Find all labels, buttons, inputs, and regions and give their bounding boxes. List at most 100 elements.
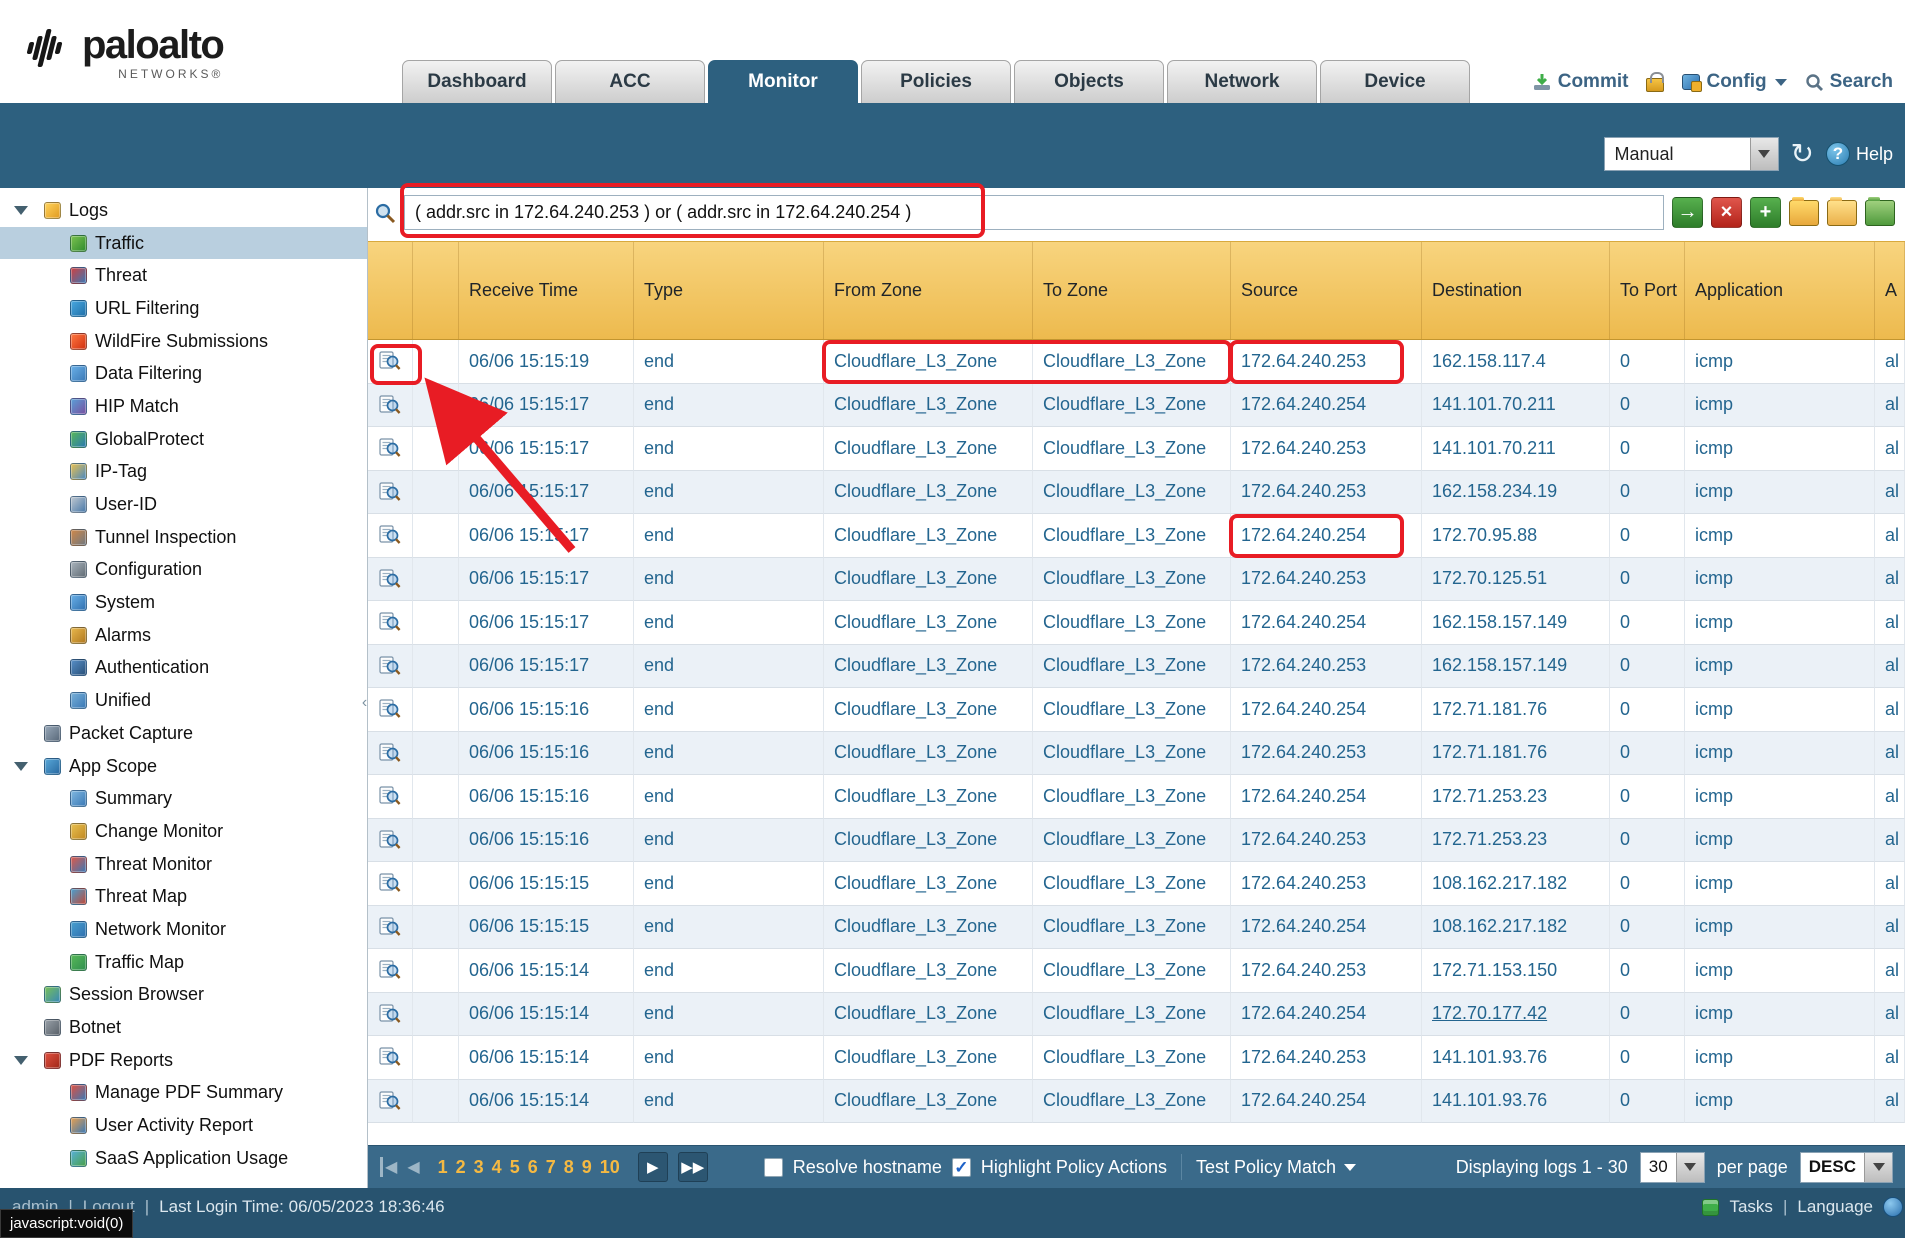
table-row[interactable]: 06/06 15:15:16endCloudflare_L3_ZoneCloud… [368, 732, 1905, 776]
column-header-to-zone[interactable]: To Zone [1033, 242, 1231, 339]
table-row[interactable]: 06/06 15:15:17endCloudflare_L3_ZoneCloud… [368, 601, 1905, 645]
table-row[interactable]: 06/06 15:15:19endCloudflare_L3_ZoneCloud… [368, 340, 1905, 384]
sidebar-item-data-filtering[interactable]: Data Filtering [0, 357, 367, 390]
lock-icon[interactable] [1646, 78, 1664, 92]
log-detail-cell[interactable] [368, 949, 413, 993]
log-detail-icon[interactable] [379, 656, 401, 676]
first-page-icon[interactable]: ◀ [380, 1157, 397, 1177]
last-page-icon[interactable]: ▶▶ [678, 1152, 708, 1182]
table-row[interactable]: 06/06 15:15:16endCloudflare_L3_ZoneCloud… [368, 688, 1905, 732]
log-detail-cell[interactable] [368, 688, 413, 732]
sidebar-item-session-browser[interactable]: Session Browser [0, 979, 367, 1012]
sidebar-item-unified[interactable]: Unified [0, 684, 367, 717]
page-number-10[interactable]: 10 [600, 1157, 620, 1178]
page-number-7[interactable]: 7 [546, 1157, 556, 1178]
add-filter-button[interactable]: + [1750, 197, 1781, 228]
log-detail-icon[interactable] [379, 1004, 401, 1024]
log-detail-icon[interactable] [379, 612, 401, 632]
table-row[interactable]: 06/06 15:15:15endCloudflare_L3_ZoneCloud… [368, 862, 1905, 906]
config-menu-button[interactable]: Config [1682, 71, 1786, 93]
sidebar-item-globalprotect[interactable]: GlobalProtect [0, 423, 367, 456]
refresh-icon[interactable]: ↻ [1791, 140, 1814, 168]
language-button[interactable]: Language [1797, 1197, 1873, 1217]
log-detail-cell[interactable] [368, 775, 413, 819]
search-button[interactable]: Search [1805, 71, 1893, 93]
refresh-mode-select[interactable]: Manual [1604, 137, 1779, 171]
log-detail-icon[interactable] [379, 873, 401, 893]
log-detail-icon[interactable] [379, 1091, 401, 1111]
sidebar-collapse-handle[interactable]: ‹ [360, 680, 369, 726]
load-filter-icon[interactable] [1827, 200, 1857, 226]
log-detail-cell[interactable] [368, 558, 413, 602]
log-detail-icon[interactable] [379, 917, 401, 937]
table-row[interactable]: 06/06 15:15:17endCloudflare_L3_ZoneCloud… [368, 558, 1905, 602]
table-row[interactable]: 06/06 15:15:16endCloudflare_L3_ZoneCloud… [368, 819, 1905, 863]
tasks-button[interactable]: Tasks [1729, 1197, 1772, 1217]
log-detail-cell[interactable] [368, 1036, 413, 1080]
sidebar-item-hip-match[interactable]: HIP Match [0, 390, 367, 423]
table-row[interactable]: 06/06 15:15:16endCloudflare_L3_ZoneCloud… [368, 775, 1905, 819]
column-header-receive-time[interactable]: Receive Time [459, 242, 634, 339]
log-detail-cell[interactable] [368, 1080, 413, 1124]
per-page-select[interactable]: 30 [1640, 1152, 1705, 1183]
sidebar-item-logs[interactable]: Logs [0, 194, 367, 227]
log-detail-icon[interactable] [379, 960, 401, 980]
apply-filter-button[interactable]: → [1672, 197, 1703, 228]
sidebar-item-traffic-map[interactable]: Traffic Map [0, 946, 367, 979]
refresh-mode-dropdown-button[interactable] [1750, 138, 1778, 170]
log-detail-cell[interactable] [368, 732, 413, 776]
sidebar-item-packet-capture[interactable]: Packet Capture [0, 717, 367, 750]
log-detail-cell[interactable] [368, 514, 413, 558]
sidebar-item-wildfire-submissions[interactable]: WildFire Submissions [0, 325, 367, 358]
resolve-hostname-checkbox[interactable] [764, 1158, 783, 1177]
page-number-8[interactable]: 8 [564, 1157, 574, 1178]
save-filter-icon[interactable] [1789, 200, 1819, 226]
log-detail-cell[interactable] [368, 340, 413, 384]
log-detail-icon[interactable] [379, 438, 401, 458]
tab-acc[interactable]: ACC [555, 60, 705, 103]
column-header-type[interactable]: Type [634, 242, 824, 339]
sidebar-item-change-monitor[interactable]: Change Monitor [0, 815, 367, 848]
clear-filter-button[interactable]: × [1711, 197, 1742, 228]
sidebar-item-traffic[interactable]: Traffic [0, 227, 367, 260]
tab-monitor[interactable]: Monitor [708, 60, 858, 103]
sidebar-item-threat[interactable]: Threat [0, 259, 367, 292]
sidebar-item-threat-map[interactable]: Threat Map [0, 880, 367, 913]
log-detail-icon[interactable] [379, 1047, 401, 1067]
export-logs-icon[interactable] [1865, 200, 1895, 226]
tree-expand-icon[interactable] [14, 1056, 28, 1065]
help-button[interactable]: ? Help [1826, 142, 1893, 166]
log-detail-cell[interactable] [368, 645, 413, 689]
log-detail-icon[interactable] [379, 395, 401, 415]
log-detail-cell[interactable] [368, 384, 413, 428]
table-row[interactable]: 06/06 15:15:17endCloudflare_L3_ZoneCloud… [368, 645, 1905, 689]
sidebar-item-threat-monitor[interactable]: Threat Monitor [0, 848, 367, 881]
sidebar-item-url-filtering[interactable]: URL Filtering [0, 292, 367, 325]
sort-order-dropdown-button[interactable] [1864, 1153, 1892, 1182]
tab-device[interactable]: Device [1320, 60, 1470, 103]
sidebar-item-ip-tag[interactable]: IP-Tag [0, 456, 367, 489]
table-row[interactable]: 06/06 15:15:14endCloudflare_L3_ZoneCloud… [368, 949, 1905, 993]
destination-cell[interactable]: 172.70.177.42 [1422, 993, 1610, 1037]
page-number-2[interactable]: 2 [456, 1157, 466, 1178]
column-header-source[interactable]: Source [1231, 242, 1422, 339]
sidebar-item-authentication[interactable]: Authentication [0, 652, 367, 685]
column-header-destination[interactable]: Destination [1422, 242, 1610, 339]
column-header-from-zone[interactable]: From Zone [824, 242, 1033, 339]
log-detail-cell[interactable] [368, 427, 413, 471]
column-header-to-port[interactable]: To Port [1610, 242, 1685, 339]
log-detail-icon[interactable] [379, 351, 401, 371]
sidebar-item-pdf-reports[interactable]: PDF Reports [0, 1044, 367, 1077]
next-page-icon[interactable]: ▶ [638, 1152, 668, 1182]
table-row[interactable]: 06/06 15:15:14endCloudflare_L3_ZoneCloud… [368, 1036, 1905, 1080]
column-header-application[interactable]: Application [1685, 242, 1875, 339]
table-row[interactable]: 06/06 15:15:17endCloudflare_L3_ZoneCloud… [368, 514, 1905, 558]
sort-order-select[interactable]: DESC [1800, 1152, 1893, 1183]
log-detail-icon[interactable] [379, 743, 401, 763]
page-number-4[interactable]: 4 [492, 1157, 502, 1178]
table-row[interactable]: 06/06 15:15:14endCloudflare_L3_ZoneCloud… [368, 993, 1905, 1037]
sidebar-item-user-activity-report[interactable]: User Activity Report [0, 1109, 367, 1142]
log-detail-cell[interactable] [368, 819, 413, 863]
tab-objects[interactable]: Objects [1014, 60, 1164, 103]
page-number-3[interactable]: 3 [474, 1157, 484, 1178]
